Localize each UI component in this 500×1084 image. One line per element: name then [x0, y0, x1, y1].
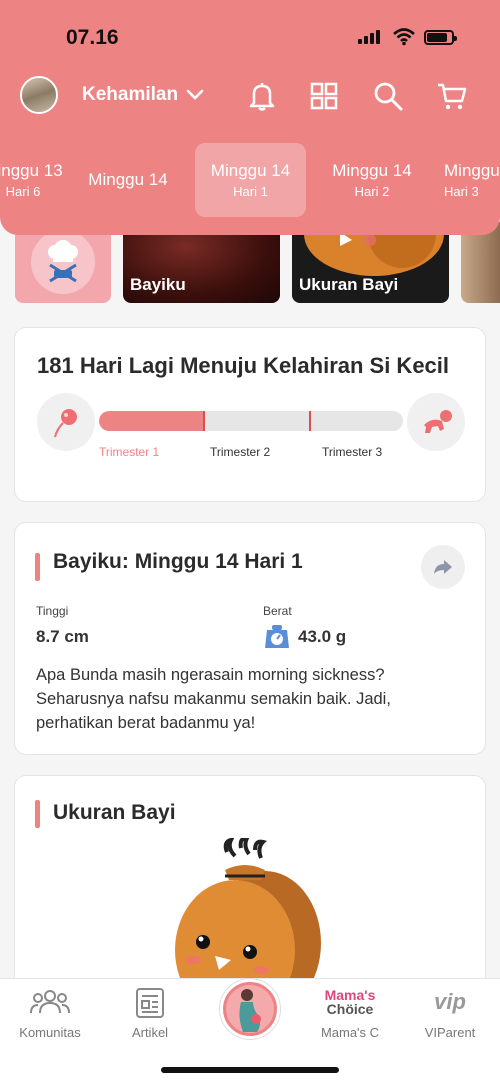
chevron-down-icon: [186, 89, 204, 100]
countdown-card: 181 Hari Lagi Menuju Kelahiran Si Kecil …: [14, 327, 486, 502]
nav-label: Komunitas: [19, 1025, 81, 1040]
week-tab-label: Minggu 13: [0, 161, 63, 180]
chef-hat-icon: [31, 230, 95, 294]
nav-label: Mama's C: [320, 1025, 380, 1040]
nav-label: VIParent: [424, 1025, 476, 1040]
pregnant-mother-icon: [226, 985, 274, 1033]
share-button[interactable]: [421, 545, 465, 589]
cart-icon: [438, 83, 467, 110]
trimester-divider: [309, 411, 311, 431]
nav-label: Artikel: [131, 1025, 169, 1040]
baby-info-card: Bayiku: Minggu 14 Hari 1 Tinggi 8.7 cm B…: [14, 522, 486, 755]
grid-icon: [310, 82, 338, 110]
nav-pregnancy-home[interactable]: [220, 979, 280, 1039]
top-bar: Kehamilan: [0, 76, 500, 118]
fertilization-icon: [37, 393, 95, 451]
share-arrow-icon: [434, 560, 452, 574]
vip-logo: vip: [434, 989, 466, 1014]
week-tab-label: Minggu 14: [210, 161, 291, 180]
week-tab-label: Minggu 14: [88, 170, 168, 189]
mamas-choice-logo: Mama's Chöice: [300, 988, 400, 1016]
week-tab-label: Minggu 14: [444, 161, 500, 180]
nav-komunitas[interactable]: Komunitas: [0, 979, 100, 1059]
week-tab[interactable]: Minggu 14 Hari 3: [444, 143, 500, 217]
baby-size-illustration: [175, 838, 321, 988]
pregnancy-progress-bar: [99, 411, 403, 431]
trimester-label: Trimester 2: [210, 445, 271, 459]
menu-grid-button[interactable]: [308, 80, 340, 112]
home-indicator: [161, 1067, 339, 1073]
search-button[interactable]: [372, 80, 404, 112]
mode-label: Kehamilan: [82, 84, 179, 105]
week-tab[interactable]: Minggu 14 Hari 2: [322, 143, 422, 217]
week-tab-day: Hari 3: [444, 184, 479, 199]
article-icon: [136, 988, 164, 1018]
tile-label: Bayiku: [130, 275, 186, 294]
week-tab-day: Hari 6: [5, 184, 41, 199]
baby-info-title: Bayiku: Minggu 14 Hari 1: [53, 550, 303, 573]
section-accent-bar: [35, 553, 40, 581]
weight-value: 43.0 g: [298, 627, 347, 646]
section-accent-bar: [35, 800, 40, 828]
trimester-divider: [203, 411, 205, 431]
countdown-title: 181 Hari Lagi Menuju Kelahiran Si Kecil: [37, 353, 450, 378]
cart-button[interactable]: [436, 80, 468, 112]
week-selector: Minggu 13 Hari 6 Minggu 14 Minggu 14 Har…: [0, 143, 500, 217]
trimester-label: Trimester 3: [322, 445, 383, 459]
week-tab-day: Hari 1: [233, 184, 268, 199]
notification-button[interactable]: [246, 80, 278, 112]
wifi-icon: [393, 28, 415, 46]
nav-viparent[interactable]: vip VIParent: [400, 979, 500, 1059]
week-tab-label: Minggu 14: [332, 161, 412, 180]
logo-bottom: Chöice: [326, 1001, 374, 1017]
height-value: 8.7 cm: [36, 627, 89, 646]
tile-label: Ukuran Bayi: [299, 275, 399, 294]
signal-icon: [358, 30, 380, 44]
crawling-baby-icon: [407, 393, 465, 451]
trimester-label: Trimester 1: [99, 445, 160, 459]
size-title: Ukuran Bayi: [53, 801, 176, 824]
week-tab-active[interactable]: Minggu 14 Hari 1: [195, 143, 306, 217]
weight-label: Berat: [263, 604, 292, 618]
scale-icon: [265, 625, 289, 648]
status-time: 07.16: [66, 26, 119, 49]
progress-fill: [99, 411, 206, 431]
mode-selector[interactable]: Kehamilan: [82, 84, 204, 106]
week-tab-day: Hari 2: [354, 184, 390, 199]
logo-top: Mama's: [324, 987, 376, 1003]
header: 07.16 Kehamilan Min: [0, 0, 500, 235]
community-icon: [30, 990, 70, 1014]
height-label: Tinggi: [36, 604, 69, 618]
nav-artikel[interactable]: Artikel: [100, 979, 200, 1059]
week-tab[interactable]: Minggu 14: [78, 143, 178, 217]
week-tab[interactable]: Minggu 13 Hari 6: [0, 143, 68, 217]
nav-mamas-choice[interactable]: Mama's Chöice Mama's C: [300, 979, 400, 1059]
avatar[interactable]: [20, 76, 58, 114]
bell-icon: [249, 83, 275, 111]
search-icon: [374, 82, 403, 111]
baby-description: Apa Bunda masih ngerasain morning sickne…: [36, 666, 391, 732]
status-bar: 07.16: [0, 22, 500, 52]
battery-icon: [424, 30, 457, 45]
